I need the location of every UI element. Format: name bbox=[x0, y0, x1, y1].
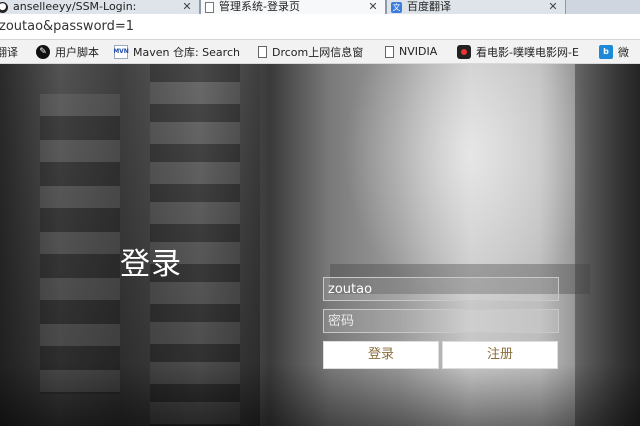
bookmark-drcom[interactable]: Drcom上网信息窗 bbox=[258, 44, 385, 60]
username-input[interactable] bbox=[323, 277, 559, 301]
tab-github[interactable]: ● anselleeyy/SSM-Login: ✕ bbox=[0, 0, 200, 14]
login-title: 登录 bbox=[120, 247, 182, 282]
bookmark-label: Maven 仓库: Search bbox=[133, 45, 240, 59]
bookmark-label: Drcom上网信息窗 bbox=[272, 45, 364, 59]
browser-tab-strip: ● anselleeyy/SSM-Login: ✕ 管理系统-登录页 ✕ 文 百… bbox=[0, 0, 640, 14]
tab-label: anselleeyy/SSM-Login: bbox=[13, 0, 137, 13]
tab-baidu-translate[interactable]: 文 百度翻译 ✕ bbox=[386, 0, 566, 14]
password-input[interactable] bbox=[323, 309, 559, 333]
tab-login-page[interactable]: 管理系统-登录页 ✕ bbox=[200, 0, 386, 14]
bookmark-translate[interactable]: 翻译 bbox=[0, 44, 36, 60]
movie-icon bbox=[457, 44, 471, 59]
user-script-icon: ✎ bbox=[36, 44, 50, 59]
bing-icon: b bbox=[599, 44, 613, 59]
bookmark-movie[interactable]: 看电影-噗噗电影网-E bbox=[457, 44, 599, 60]
url-text[interactable]: zoutao&password=1 bbox=[0, 19, 134, 34]
background-image bbox=[40, 94, 120, 394]
github-icon: ● bbox=[0, 1, 8, 13]
close-tab-icon[interactable]: ✕ bbox=[181, 0, 193, 14]
bookmark-label: 翻译 bbox=[0, 45, 18, 59]
document-icon bbox=[258, 45, 267, 58]
close-tab-icon[interactable]: ✕ bbox=[547, 0, 559, 14]
bookmark-user-script[interactable]: ✎ 用户脚本 bbox=[36, 44, 114, 60]
bookmark-label: 看电影-噗噗电影网-E bbox=[476, 45, 579, 59]
bookmark-label: 微 bbox=[618, 45, 629, 59]
translate-icon: 文 bbox=[391, 1, 402, 13]
close-tab-icon[interactable]: ✕ bbox=[367, 0, 379, 14]
bookmarks-bar: 翻译 ✎ 用户脚本 MVN Maven 仓库: Search Drcom上网信息… bbox=[0, 40, 640, 64]
login-page-background bbox=[0, 64, 640, 426]
bookmark-nvidia[interactable]: NVIDIA bbox=[385, 45, 457, 58]
login-button[interactable]: 登录 bbox=[323, 341, 439, 369]
register-button[interactable]: 注册 bbox=[442, 341, 558, 369]
bookmark-label: NVIDIA bbox=[399, 45, 438, 58]
tab-label: 百度翻译 bbox=[407, 0, 451, 13]
background-image bbox=[0, 364, 640, 426]
bookmark-bing[interactable]: b 微 bbox=[599, 44, 639, 60]
address-bar[interactable]: zoutao&password=1 bbox=[0, 14, 640, 40]
maven-icon: MVN bbox=[114, 44, 129, 59]
bookmark-label: 用户脚本 bbox=[55, 45, 99, 59]
document-icon bbox=[385, 45, 394, 58]
tab-label: 管理系统-登录页 bbox=[219, 0, 300, 13]
document-icon bbox=[205, 1, 214, 13]
bookmark-maven[interactable]: MVN Maven 仓库: Search bbox=[114, 44, 258, 60]
